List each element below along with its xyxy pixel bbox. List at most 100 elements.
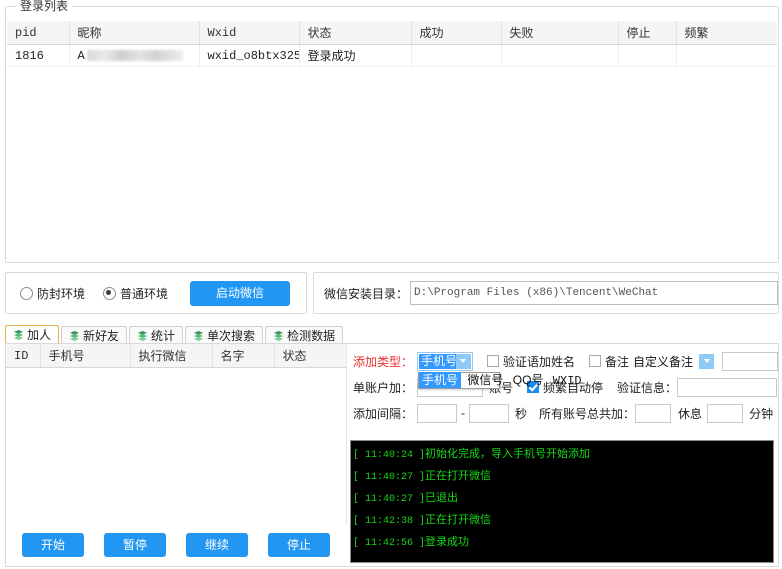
tab-label-detection-data: 检测数据 <box>287 329 336 343</box>
log-timestamp: [ 11:40:24 ] <box>353 450 426 461</box>
remark-checkbox[interactable]: 备注 <box>589 353 629 370</box>
verify-info-input[interactable] <box>677 377 778 397</box>
dropdown-option-wechat-id[interactable]: 微信号 <box>464 372 506 388</box>
stack-icon <box>137 330 148 341</box>
log-line: [ 11:42:38 ]正在打开微信 <box>353 510 773 532</box>
console-log-output[interactable]: [ 11:40:24 ]初始化完成，导入手机号开始添加 [ 11:40:27 ]… <box>350 440 774 563</box>
interval-label: 添加间隔： <box>353 406 414 421</box>
phone-list-table: ID 手机号 执行微信 名字 状态 <box>6 344 346 368</box>
interval-to-input[interactable] <box>469 403 510 423</box>
stack-icon <box>273 330 284 341</box>
column-header-nickname[interactable]: 昵称 <box>69 21 200 45</box>
checkbox-icon <box>486 355 499 367</box>
cell-stop <box>618 44 677 67</box>
cell-wxid: wxid_o8btx325... <box>199 44 300 67</box>
cell-status: 登录成功 <box>299 44 412 67</box>
tab-new-friends[interactable]: 新好友 <box>61 326 128 344</box>
install-dir-label: 微信安装目录： <box>324 286 409 301</box>
column-header-wxid[interactable]: Wxid <box>199 21 300 45</box>
start-wechat-button[interactable]: 启动微信 <box>190 280 291 306</box>
column-header-pid[interactable]: pid <box>7 21 70 45</box>
cell-nickname: A <box>69 44 200 67</box>
chevron-down-icon[interactable] <box>455 353 471 369</box>
column-header-phone[interactable]: 手机号 <box>40 344 131 368</box>
stop-button[interactable]: 停止 <box>268 533 330 557</box>
radio-label-anti-ban: 防封环境 <box>37 286 86 301</box>
total-all-input[interactable] <box>635 403 672 423</box>
log-message: 已退出 <box>425 492 459 504</box>
phone-table-header-row: ID 手机号 执行微信 名字 状态 <box>6 344 346 368</box>
add-type-select[interactable]: 手机号 手机号 微信号 QQ号 WXID <box>417 351 582 389</box>
rest-input[interactable] <box>707 403 744 423</box>
column-header-stop[interactable]: 停止 <box>618 21 677 45</box>
tab-single-search[interactable]: 单次搜索 <box>185 326 264 344</box>
log-message: 初始化完成，导入手机号开始添加 <box>425 448 591 460</box>
pause-button[interactable]: 暂停 <box>104 533 166 557</box>
log-message: 登录成功 <box>425 536 470 548</box>
add-type-label: 添加类型： <box>353 354 414 369</box>
column-header-id[interactable]: ID <box>6 344 41 368</box>
stack-icon <box>13 329 24 340</box>
tab-detection-data[interactable]: 检测数据 <box>265 326 344 344</box>
tab-statistics[interactable]: 统计 <box>129 326 184 344</box>
cell-success <box>411 44 502 67</box>
tab-label-new-friends: 新好友 <box>83 329 120 343</box>
log-line: [ 11:42:56 ]登录成功 <box>353 532 773 554</box>
column-header-frequent[interactable]: 频繁 <box>676 21 777 45</box>
dropdown-option-qq[interactable]: QQ号 <box>510 372 547 388</box>
redaction-blur <box>86 49 183 61</box>
verify-name-checkbox[interactable]: 验证语加姓名 <box>486 353 575 370</box>
environment-group: 防封环境 普通环境 启动微信 <box>5 272 307 314</box>
tab-label-add-people: 加人 <box>27 328 52 342</box>
log-timestamp: [ 11:40:27 ] <box>353 494 426 505</box>
single-account-label: 单账户加： <box>353 380 414 395</box>
add-type-row: 添加类型： 手机号 手机号 微信号 QQ号 WXID 验证语加姓名 备注 自定义… <box>347 344 778 389</box>
total-all-label: 所有账号总共加： <box>539 406 636 421</box>
dropdown-option-wxid[interactable]: WXID <box>550 373 585 389</box>
phone-list-table-wrap[interactable]: ID 手机号 执行微信 名字 状态 <box>6 344 347 524</box>
add-type-value: 手机号 <box>419 353 460 369</box>
log-line: [ 11:40:24 ]初始化完成，导入手机号开始添加 <box>353 444 773 466</box>
column-header-name[interactable]: 名字 <box>212 344 275 368</box>
verify-info-label: 验证信息： <box>617 380 678 395</box>
column-header-exec-wechat[interactable]: 执行微信 <box>130 344 213 368</box>
remark-input[interactable] <box>722 351 778 371</box>
column-header-row-status[interactable]: 状态 <box>274 344 346 368</box>
chevron-down-icon[interactable] <box>699 353 715 369</box>
login-list-table-wrap[interactable]: pid 昵称 Wxid 状态 成功 失败 停止 频繁 1816 A wxid_o <box>7 21 777 261</box>
tab-label-statistics: 统计 <box>151 329 176 343</box>
remark-type-select[interactable]: 自定义备注 <box>633 352 715 371</box>
interval-separator: - <box>461 406 466 420</box>
stack-icon <box>69 330 80 341</box>
radio-normal-environment[interactable]: 普通环境 <box>103 285 168 302</box>
interval-from-input[interactable] <box>417 403 458 423</box>
cell-fail <box>501 44 619 67</box>
application-window: 登录列表 pid 昵称 Wxid 状态 成功 失败 停止 频繁 1816 A w… <box>0 0 782 569</box>
column-header-success[interactable]: 成功 <box>411 21 502 45</box>
login-table-header-row: pid 昵称 Wxid 状态 成功 失败 停止 频繁 <box>7 21 777 45</box>
table-row[interactable]: 1816 A wxid_o8btx325... 登录成功 <box>7 44 777 67</box>
column-header-fail[interactable]: 失败 <box>501 21 619 45</box>
column-header-status[interactable]: 状态 <box>299 21 412 45</box>
settings-pane: 添加类型： 手机号 手机号 微信号 QQ号 WXID 验证语加姓名 备注 自定义… <box>347 344 778 566</box>
rest-label: 休息 <box>678 406 703 421</box>
interval-unit: 秒 <box>515 406 528 421</box>
dropdown-option-phone[interactable]: 手机号 <box>419 371 462 388</box>
add-people-panel: ID 手机号 执行微信 名字 状态 开始 暂停 继续 停止 添加类型： 手机号 … <box>5 343 779 567</box>
start-button[interactable]: 开始 <box>22 533 84 557</box>
add-type-dropdown-list[interactable]: 手机号 微信号 QQ号 WXID <box>418 371 582 389</box>
radio-anti-ban-environment[interactable]: 防封环境 <box>20 285 85 302</box>
cell-frequent <box>676 44 777 67</box>
tab-add-people[interactable]: 加人 <box>5 325 60 344</box>
tab-label-single-search: 单次搜索 <box>207 329 256 343</box>
log-message: 正在打开微信 <box>425 514 492 526</box>
install-dir-input[interactable]: D:\Program Files (x86)\Tencent\WeChat <box>410 281 778 305</box>
radio-icon-selected <box>103 286 117 300</box>
rest-unit: 分钟 <box>749 406 774 421</box>
interval-row: 添加间隔： - 秒 所有账号总共加： 休息 分钟 <box>347 400 778 426</box>
resume-button[interactable]: 继续 <box>186 533 248 557</box>
log-line: [ 11:40:27 ]正在打开微信 <box>353 466 773 488</box>
radio-icon <box>20 286 33 300</box>
cell-pid: 1816 <box>7 44 70 67</box>
remark-type-value: 自定义备注 <box>633 354 694 369</box>
